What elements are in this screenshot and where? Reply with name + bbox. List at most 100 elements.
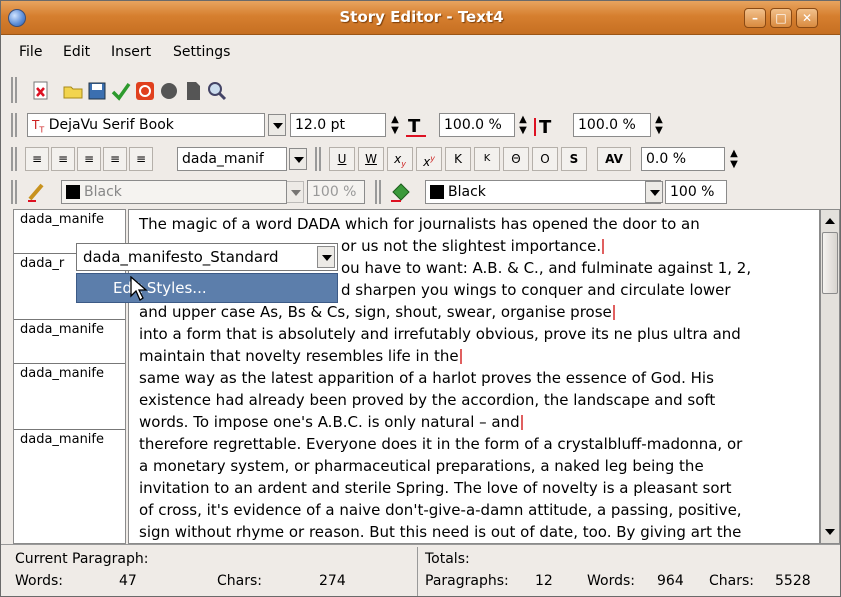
text-line: of cross, it's evidence of a naive don't…	[139, 501, 742, 519]
stroke-shade-input[interactable]: 100 %	[307, 180, 365, 204]
total-words-label: Words:	[587, 573, 635, 589]
tracking-input[interactable]: 0.0 %	[641, 147, 725, 171]
paragraph-mark	[612, 305, 615, 320]
menubar: File Edit Insert Settings	[1, 36, 840, 68]
current-paragraph-label: Current Paragraph:	[15, 551, 149, 567]
text-line: a monetary system, or pharmaceutical pre…	[139, 457, 704, 475]
paragraph-mark	[520, 415, 523, 430]
shadow-icon[interactable]: S	[561, 147, 587, 171]
scale-height-icon: T	[534, 117, 552, 138]
paragraph-mark	[602, 239, 605, 254]
save-icon[interactable]	[87, 81, 107, 101]
scale-width-input[interactable]: 100.0 %	[439, 113, 515, 137]
maximize-icon[interactable]: □	[770, 8, 792, 28]
font-family-combo[interactable]: TT DejaVu Serif Book	[27, 113, 265, 137]
vertical-scrollbar[interactable]	[820, 209, 840, 544]
toolbar-grip[interactable]	[11, 180, 17, 204]
fill-bucket-icon	[391, 183, 410, 202]
paragraph-style-dropdown[interactable]	[289, 148, 307, 170]
scale-height-input[interactable]: 100.0 %	[573, 113, 651, 137]
stroke-color-combo[interactable]: Black	[61, 180, 287, 204]
strikethrough-icon[interactable]: Θ	[503, 147, 529, 171]
scale-width-stepper[interactable]: ▲ ▼	[516, 114, 530, 136]
open-folder-icon[interactable]	[63, 81, 83, 101]
scroll-up-icon[interactable]	[823, 214, 837, 228]
status-bar: Current Paragraph: Words: 47 Chars: 274 …	[1, 544, 840, 596]
toolbar-grip[interactable]	[11, 147, 17, 171]
style-cell[interactable]: dada_manife	[14, 430, 125, 545]
fill-color-combo[interactable]: Black	[425, 180, 661, 204]
words-value: 47	[119, 573, 137, 589]
window-title: Story Editor - Text4	[339, 8, 504, 26]
stroke-color-dropdown[interactable]	[286, 181, 304, 203]
align-right-icon[interactable]: ≡	[77, 147, 101, 171]
mouse-pointer-icon	[130, 276, 148, 301]
superscript-icon[interactable]: xy	[416, 147, 442, 171]
stroke-color-swatch	[66, 185, 80, 199]
scrollbar-thumb[interactable]	[822, 232, 838, 294]
scale-width-icon: T	[406, 116, 426, 137]
fill-color-swatch	[430, 185, 444, 199]
font-family-dropdown[interactable]	[268, 114, 286, 136]
search-icon[interactable]	[207, 81, 227, 101]
menu-edit[interactable]: Edit	[63, 44, 90, 60]
underline-words-icon[interactable]: W	[358, 147, 384, 171]
text-line: The magic of a word DADA which for journ…	[139, 215, 700, 233]
text-line: d sharpen you wings to conquer and circu…	[341, 281, 731, 299]
align-forced-icon[interactable]: ≡	[129, 147, 153, 171]
paragraph-style-popup-combo[interactable]: dada_manifesto_Standard	[76, 243, 338, 271]
clear-text-icon[interactable]	[31, 81, 51, 101]
outline-icon[interactable]: O	[532, 147, 558, 171]
close-icon[interactable]: ✕	[796, 8, 818, 28]
total-words-value: 964	[657, 573, 684, 589]
minimize-icon[interactable]: –	[744, 8, 766, 28]
tracking-stepper[interactable]: ▲ ▼	[727, 148, 741, 170]
toolbar-grip[interactable]	[11, 77, 17, 103]
font-size-input[interactable]: 12.0 pt	[290, 113, 386, 137]
toolbar-grip[interactable]	[315, 147, 321, 171]
style-cell[interactable]: dada_manife	[14, 364, 125, 430]
menu-insert[interactable]: Insert	[111, 44, 151, 60]
menu-file[interactable]: File	[19, 44, 42, 60]
menu-item-edit-styles[interactable]: Edit Styles...	[76, 273, 338, 303]
record-icon[interactable]	[159, 81, 179, 101]
paragraph-style-combo[interactable]: dada_manif	[177, 147, 287, 171]
chars-label: Chars:	[217, 573, 262, 589]
text-line: existence had already been proved by the…	[139, 391, 716, 409]
document-icon[interactable]	[183, 81, 203, 101]
text-line: ou have to want: A.B. & C., and fulminat…	[341, 259, 752, 277]
all-caps-icon[interactable]: K	[445, 147, 471, 171]
text-line: same way as the latest apparition of a h…	[139, 369, 714, 387]
toolbar-grip[interactable]	[11, 113, 17, 137]
menu-settings[interactable]: Settings	[173, 44, 230, 60]
popup-combo-dropdown[interactable]	[317, 246, 335, 268]
paragraphs-label: Paragraphs:	[425, 573, 509, 589]
quit-icon[interactable]	[135, 81, 155, 101]
toolbar-grip[interactable]	[375, 180, 381, 204]
status-divider	[417, 547, 418, 596]
color-toolbar: Black 100 % Black 100 %	[1, 177, 840, 207]
story-editor-window: Story Editor - Text4 – □ ✕ File Edit Ins…	[0, 0, 841, 597]
fill-color-dropdown[interactable]	[645, 181, 663, 203]
paragraphs-value: 12	[535, 573, 553, 589]
checkmark-icon[interactable]	[111, 81, 131, 101]
text-line: into a form that is absolutely and irref…	[139, 325, 741, 343]
font-size-stepper[interactable]: ▲ ▼	[388, 114, 402, 136]
fill-shade-input[interactable]: 100 %	[665, 180, 727, 204]
text-line: invitation to an ardent and sterile Spri…	[139, 479, 732, 497]
pen-color-icon	[28, 183, 44, 202]
style-cell[interactable]: dada_manife	[14, 320, 125, 364]
align-left-icon[interactable]: ≡	[25, 147, 49, 171]
small-caps-icon[interactable]: K	[474, 147, 500, 171]
title-bar: Story Editor - Text4 – □ ✕	[1, 1, 840, 35]
align-block-icon[interactable]: ≡	[103, 147, 127, 171]
paragraph-mark	[459, 349, 462, 364]
text-line: words. To impose one's A.B.C. is only na…	[139, 413, 523, 431]
scale-height-stepper[interactable]: ▲ ▼	[652, 114, 666, 136]
underline-icon[interactable]: U	[329, 147, 355, 171]
subscript-icon[interactable]: xy	[387, 147, 413, 171]
align-center-icon[interactable]: ≡	[51, 147, 75, 171]
total-chars-label: Chars:	[709, 573, 754, 589]
text-line: therefore regrettable. Everyone does it …	[139, 435, 743, 453]
scroll-down-icon[interactable]	[823, 525, 837, 539]
